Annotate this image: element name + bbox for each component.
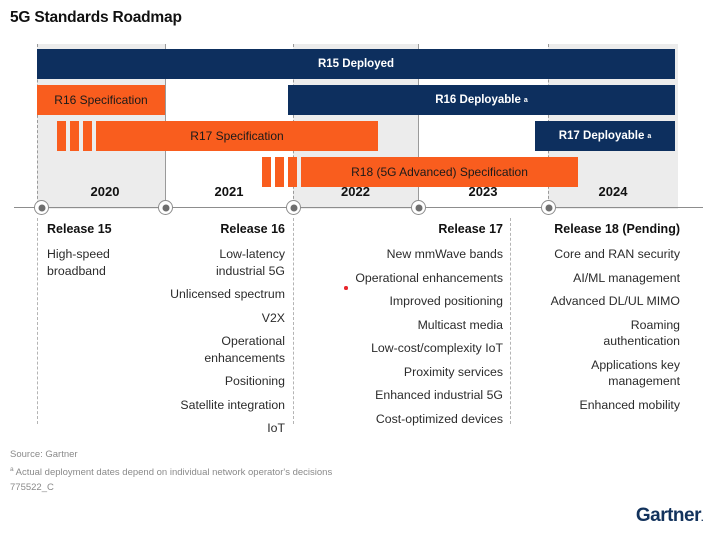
bar-r18-specification: R18 (5G Advanced) Specification [301, 157, 578, 187]
feature-item: Enhanced mobility [579, 397, 680, 412]
source-note: Source: Gartner [10, 449, 78, 460]
footnote-text: a Actual deployment dates depend on indiv… [10, 462, 332, 480]
column-separator [510, 218, 511, 424]
column-release-18: Release 18 (Pending) Core and RAN securi… [520, 222, 680, 420]
logo-text: Gartner [635, 505, 702, 526]
feature-item: Low-cost/complexity IoT [371, 341, 503, 355]
column-separator [37, 218, 38, 424]
feature-item: Cost-optimized devices [375, 411, 503, 426]
logo-registered-mark: . [700, 513, 704, 523]
bar-r16-deployable: R16 Deployable a [288, 85, 675, 115]
ramp-stripe [57, 121, 66, 151]
bar-label: R17 Deployable [558, 130, 645, 142]
column-items: Low-latency industrial 5G Unlicensed spect… [140, 246, 285, 437]
feature-item: Operational enhancements [355, 270, 503, 285]
feature-item: Enhanced industrial 5G [375, 388, 503, 402]
bar-label: R15 Deployed [317, 58, 395, 70]
axis-year-2022: 2022 [341, 184, 370, 199]
column-separator [293, 218, 294, 424]
column-header: Release 17 [438, 222, 503, 236]
column-items: New mmWave bands Operational enhancements… [318, 246, 503, 427]
bar-label: R17 Specification [190, 129, 284, 143]
feature-item: Satellite integration [180, 397, 285, 412]
gartner-logo: Gartner. [635, 505, 704, 527]
bar-label: R16 Specification [54, 93, 148, 107]
feature-item: IoT [267, 421, 285, 435]
timeline-node-release-17 [286, 200, 301, 215]
axis-line [14, 207, 703, 209]
document-id: 775522_C [10, 482, 54, 494]
column-items: Core and RAN security AI/ML management Adv… [520, 246, 680, 413]
footnote-marker: a [523, 96, 528, 104]
column-release-17: Release 17 New mmWave bands Operational e… [318, 222, 503, 434]
ramp-stripe [275, 157, 284, 187]
footnote-body: Actual deployment dates depend on indivi… [15, 467, 333, 479]
axis-year-2024: 2024 [598, 184, 628, 199]
timeline-node-release-15 [34, 200, 49, 215]
feature-item: New mmWave bands [386, 247, 503, 261]
footnote-marker: a [647, 132, 652, 140]
timeline-node-release-16 [158, 200, 173, 215]
feature-item: Multicast media [417, 317, 503, 332]
red-dot-marker [344, 286, 348, 290]
bar-r15-deployed: R15 Deployed [37, 49, 675, 79]
column-release-16: Release 16 Low-latency industrial 5G Unlic… [140, 222, 285, 444]
feature-item: Roaming authentication [603, 317, 680, 349]
bar-label: R18 (5G Advanced) Specification [351, 165, 528, 179]
page-title: 5G Standards Roadmap [10, 9, 182, 26]
axis-year-2023: 2023 [468, 184, 498, 199]
bar-r16-specification: R16 Specification [37, 85, 165, 115]
ramp-stripe [262, 157, 271, 187]
feature-item: Core and RAN security [554, 247, 680, 261]
feature-item: V2X [261, 310, 285, 325]
feature-item: AI/ML management [573, 270, 680, 285]
feature-item: Positioning [224, 374, 285, 388]
column-header: Release 16 [220, 222, 285, 236]
bar-r17-specification: R17 Specification [96, 121, 378, 151]
feature-item: Unlicensed spectrum [170, 287, 285, 301]
axis-year-2021: 2021 [214, 184, 244, 199]
ramp-stripe [288, 157, 297, 187]
timeline-node-release-18 [411, 200, 426, 215]
axis-year-2020: 2020 [90, 184, 120, 199]
feature-item: Operational enhancements [204, 334, 285, 365]
feature-item: Improved positioning [389, 294, 503, 308]
footer: Source: Gartner a Actual deployment dates… [10, 447, 332, 495]
feature-item: Low-latency industrial 5G [215, 247, 285, 278]
timeline-node-release-19 [541, 200, 556, 215]
column-header: Release 18 (Pending) [554, 222, 680, 236]
footnote-marker: a [10, 466, 14, 473]
bar-r17-deployable: R17 Deployable a [535, 121, 675, 151]
bar-label: R16 Deployable [435, 94, 521, 106]
release-columns: Release 15 High-speed broadband Release 1… [0, 218, 717, 435]
feature-item: Advanced DL/UL MIMO [550, 294, 680, 308]
ramp-stripe [83, 121, 92, 151]
feature-item: Proximity services [403, 364, 503, 379]
feature-item: Applications key management [591, 357, 680, 389]
ramp-stripe [70, 121, 79, 151]
